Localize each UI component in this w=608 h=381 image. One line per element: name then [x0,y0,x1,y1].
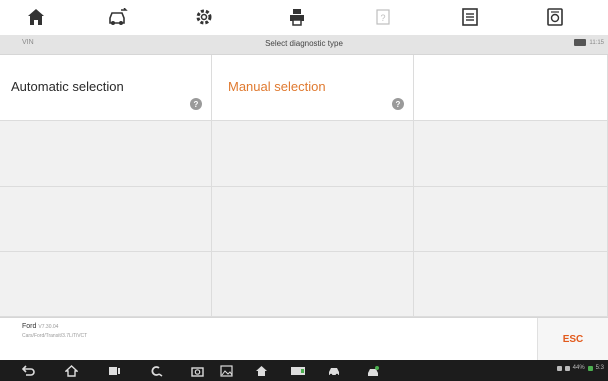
settings-icon[interactable] [190,4,218,30]
clock: 11:15 [589,39,604,46]
home-icon[interactable] [22,4,50,30]
vehicle-make: Ford V7.30.04 [22,323,58,330]
empty-tile [212,252,414,317]
battery-icon [587,365,593,371]
empty-tile [414,187,608,252]
option-grid: Automatic selection ? Manual selection ? [0,55,608,317]
data-logging-icon[interactable] [541,4,569,30]
back-icon[interactable] [22,364,36,377]
car-swap-icon[interactable] [104,4,132,30]
automatic-selection-tile[interactable]: Automatic selection ? [0,55,212,121]
camera-icon[interactable] [191,364,204,377]
wifi-icon [564,365,570,371]
vci-icon[interactable] [290,364,306,377]
home-app-icon[interactable] [255,364,268,377]
empty-tile [414,121,608,187]
system-status: 44% 5:3 [556,365,604,371]
automatic-selection-label: Automatic selection [11,79,124,94]
empty-tile [0,121,212,187]
title-bar: VIN Select diagnostic type 11:15 [0,35,608,55]
print-icon[interactable] [283,4,311,30]
top-toolbar: ? [0,0,608,35]
empty-tile [414,252,608,317]
save-icon[interactable] [456,4,484,30]
recent-apps-icon[interactable] [108,364,121,377]
help-icon[interactable]: ? [392,98,404,110]
search-icon[interactable] [150,364,163,377]
status-area: 11:15 [574,39,604,46]
empty-tile [0,252,212,317]
esc-button[interactable]: ESC [537,318,608,361]
software-version: V7.30.04 [38,324,59,330]
system-navbar: 44% 5:3 [0,360,608,381]
home-icon[interactable] [65,364,78,377]
manual-selection-label: Manual selection [228,79,326,94]
notification-icon [556,365,562,371]
page-title: Select diagnostic type [265,39,343,48]
manual-selection-tile[interactable]: Manual selection ? [212,55,414,121]
gallery-icon[interactable] [220,364,233,377]
vehicle-path: Cars/Ford/Transit/3.7L/TiVCT [22,333,88,339]
help-icon[interactable]: ? [190,98,202,110]
car-icon[interactable] [327,364,341,377]
battery-icon [574,39,587,46]
make-label: Ford [22,323,37,330]
svg-text:?: ? [380,13,385,23]
help-icon[interactable]: ? [369,4,397,30]
empty-tile [414,55,608,121]
car-settings-icon[interactable] [366,364,380,377]
footer-bar: Ford V7.30.04 Cars/Ford/Transit/3.7L/TiVC… [0,317,608,361]
system-clock: 5:3 [595,365,604,371]
empty-tile [0,187,212,252]
empty-tile [212,121,414,187]
battery-percent: 44% [572,365,585,371]
empty-tile [212,187,414,252]
